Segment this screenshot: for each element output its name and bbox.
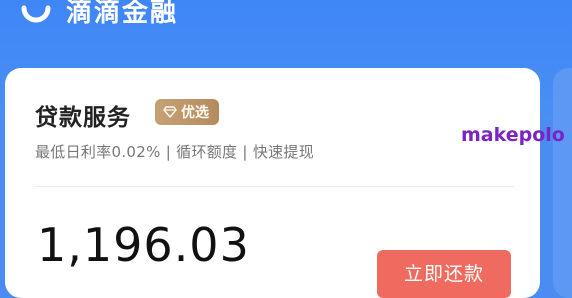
brand-bar: 滴滴金融	[20, 0, 178, 28]
card-title: 贷款服务	[35, 105, 131, 131]
loan-amount: 1,196.03	[37, 218, 250, 272]
divider	[35, 186, 515, 187]
badge-label: 优选	[181, 105, 209, 121]
didi-logo-icon	[20, 0, 52, 26]
watermark: makepolo	[461, 124, 565, 146]
next-card-peek[interactable]	[553, 68, 572, 298]
loan-service-card[interactable]: 贷款服务 优选 最低日利率0.02% | 循环额度 | 快速提现 1,196.0…	[5, 68, 540, 298]
preferred-badge: 优选	[155, 99, 219, 125]
repay-now-button[interactable]: 立即还款	[377, 250, 511, 298]
loan-features-text: 最低日利率0.02% | 循环额度 | 快速提现	[35, 143, 315, 161]
diamond-icon	[163, 106, 177, 118]
brand-name: 滴滴金融	[66, 0, 179, 28]
